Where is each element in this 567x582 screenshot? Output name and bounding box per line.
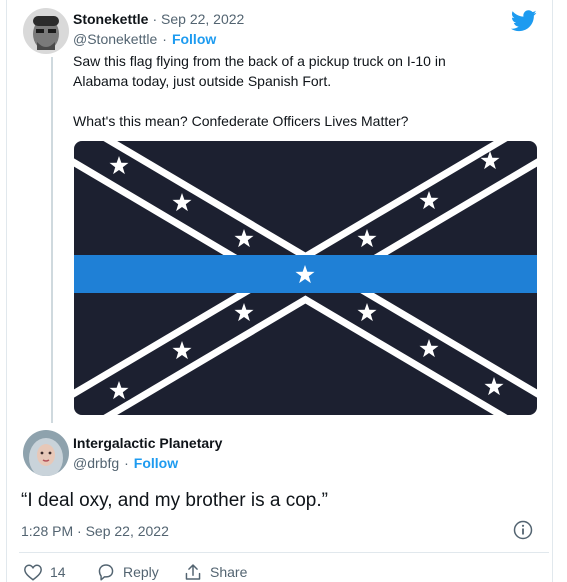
action-bar-divider <box>19 552 549 553</box>
tweet-date[interactable]: · Sep 22, 2022 <box>152 11 244 27</box>
follow-button[interactable]: Follow <box>172 31 216 47</box>
tweet-embed-card: Stonekettle · Sep 22, 2022 @Stonekettle … <box>6 0 553 582</box>
reply-header: Intergalactic Planetary <box>73 435 222 453</box>
intergalactic-avatar[interactable] <box>23 430 69 476</box>
heart-icon <box>23 563 43 581</box>
reply-text: “I deal oxy, and my brother is a cop.” <box>21 490 328 511</box>
thread-connector-line <box>51 57 53 423</box>
reply-timestamp[interactable]: 1:28 PM · Sep 22, 2022 <box>21 523 169 539</box>
reply-author-handle[interactable]: @drbfg <box>73 455 119 471</box>
stonekettle-avatar[interactable] <box>23 8 69 54</box>
reply-icon <box>96 563 116 581</box>
share-action[interactable]: Share <box>183 563 247 581</box>
author-handle[interactable]: @Stonekettle <box>73 31 157 47</box>
author-name[interactable]: Stonekettle <box>73 11 148 27</box>
share-label: Share <box>210 564 248 580</box>
separator-dot: · <box>162 31 167 47</box>
share-icon <box>183 563 203 581</box>
separator-dot: · <box>124 455 129 471</box>
tweet-text-line: Saw this flag flying from the back of a … <box>73 53 446 69</box>
info-icon[interactable] <box>513 520 533 540</box>
like-count: 14 <box>50 564 66 580</box>
tweet-text-line: Alabama today, just outside Spanish Fort… <box>73 73 332 89</box>
like-action[interactable]: 14 <box>23 563 66 581</box>
twitter-bird-icon[interactable] <box>511 10 537 32</box>
reply-follow-button[interactable]: Follow <box>134 455 178 471</box>
flag-image[interactable] <box>74 141 537 415</box>
tweet-header: Stonekettle · Sep 22, 2022 <box>73 11 244 27</box>
tweet-text-line: What's this mean? Confederate Officers L… <box>73 113 409 129</box>
reply-handle-row: @drbfg · Follow <box>73 455 178 471</box>
tweet-text: Saw this flag flying from the back of a … <box>73 51 543 131</box>
reply-action[interactable]: Reply <box>96 563 159 581</box>
tweet-handle-row: @Stonekettle · Follow <box>73 31 216 47</box>
reply-label: Reply <box>123 564 159 580</box>
reply-author-name[interactable]: Intergalactic Planetary <box>73 435 222 451</box>
